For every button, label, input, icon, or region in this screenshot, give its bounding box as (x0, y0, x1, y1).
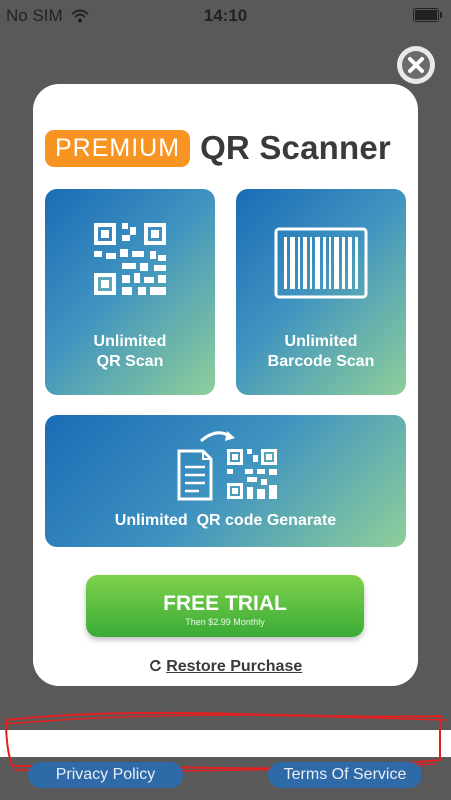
restore-purchase-link[interactable]: Restore Purchase (33, 658, 418, 676)
feature-qr-scan-label: Unlimited QR Scan (45, 332, 215, 372)
battery-icon (413, 8, 442, 22)
status-time: 14:10 (203, 6, 248, 25)
free-trial-label: FREE TRIAL (163, 592, 287, 615)
brand-header: PREMIUM QR Scanner (45, 128, 391, 168)
feature-qr-scan-line2: QR Scan (96, 353, 164, 370)
close-icon (402, 51, 430, 79)
feature-barcode-scan: Unlimited Barcode Scan (236, 189, 406, 395)
feature-barcode-scan-label: Unlimited Barcode Scan (236, 332, 406, 372)
premium-dialog: PREMIUM QR Scanner Unlimited QR Scan Unl… (33, 84, 418, 686)
document-to-qr-icon (177, 431, 277, 501)
feature-qr-scan: Unlimited QR Scan (45, 189, 215, 395)
refresh-icon (149, 660, 161, 672)
app-title: QR Scanner (200, 129, 391, 166)
feature-qr-scan-line1: Unlimited (93, 333, 167, 350)
premium-badge: PREMIUM (45, 129, 191, 167)
terms-of-service-button[interactable]: Terms Of Service (268, 762, 422, 788)
restore-purchase-label: Restore Purchase (166, 658, 303, 675)
feature-barcode-scan-line2: Barcode Scan (267, 353, 375, 370)
close-button[interactable] (397, 46, 435, 84)
barcode-icon (274, 227, 368, 299)
feature-barcode-scan-line1: Unlimited (284, 333, 358, 350)
qr-code-icon (94, 223, 166, 295)
free-trial-price: Then $2.99 Monthly (185, 617, 265, 627)
status-bar: No SIM 14:10 (0, 0, 451, 32)
feature-qr-generate-label: Unlimited QR code Genarate (114, 512, 337, 529)
privacy-policy-button[interactable]: Privacy Policy (28, 762, 183, 788)
free-trial-button[interactable]: FREE TRIAL Then $2.99 Monthly (86, 575, 364, 637)
feature-qr-generate: Unlimited QR code Genarate (45, 415, 406, 547)
